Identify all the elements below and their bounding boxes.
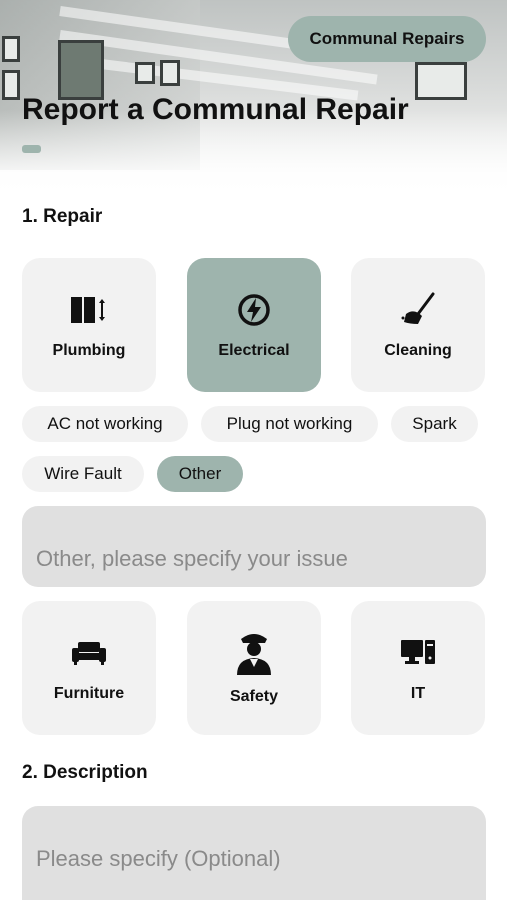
security-guard-icon [234,630,274,676]
category-label: Plumbing [52,342,126,359]
wall-frame [2,70,20,100]
other-issue-placeholder: Other, please specify your issue [36,545,348,571]
description-placeholder: Please specify (Optional) [36,846,281,871]
plumbing-icon [69,290,109,330]
category-label: Furniture [53,685,125,702]
other-issue-input[interactable]: Other, please specify your issue [22,506,486,587]
category-furniture[interactable]: Furniture [22,601,156,735]
computer-icon [398,633,438,673]
title-accent-bar [22,145,41,153]
issue-chip[interactable]: Wire Fault [22,456,144,492]
section-badge[interactable]: Communal Repairs [288,16,486,62]
sofa-icon [69,633,109,673]
description-input[interactable]: Please specify (Optional) [22,806,486,900]
category-electrical[interactable]: Electrical [187,258,321,392]
category-safety[interactable]: Safety [187,601,321,735]
issue-chip[interactable]: AC not working [22,406,188,442]
category-cleaning[interactable]: Cleaning [351,258,485,392]
repair-section-title: 1. Repair [22,206,103,227]
issue-chip-selected[interactable]: Other [157,456,243,492]
wall-frame [135,62,155,84]
cleaning-icon [398,290,438,330]
category-label: IT [410,685,426,702]
category-plumbing[interactable]: Plumbing [22,258,156,392]
category-label: Electrical [218,342,290,359]
wall-frame [2,36,20,62]
category-label: Cleaning [384,342,452,359]
description-section-title: 2. Description [22,762,148,783]
wall-frame [160,60,180,86]
page-title: Report a Communal Repair [22,93,409,126]
category-label: Safety [229,688,279,705]
issue-chip[interactable]: Plug not working [201,406,378,442]
wall-frame [58,40,104,100]
issue-chip[interactable]: Spark [391,406,478,442]
wall-frame [415,62,467,100]
category-it[interactable]: IT [351,601,485,735]
electrical-icon [234,290,274,330]
